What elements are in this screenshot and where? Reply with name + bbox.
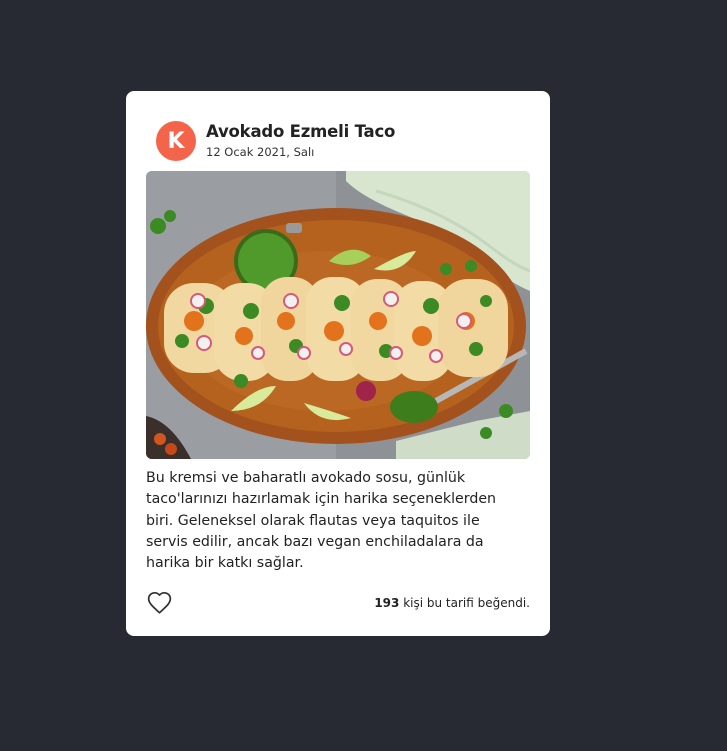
like-count-text: 193 kişi bu tarifi beğendi. xyxy=(374,596,530,610)
header-titles: Avokado Ezmeli Taco 12 Ocak 2021, Salı xyxy=(206,122,395,160)
like-count: 193 xyxy=(374,596,400,610)
recipe-description: Bu kremsi ve baharatlı avokado sosu, gün… xyxy=(146,470,497,572)
recipe-photo xyxy=(146,171,530,459)
taco-illustration xyxy=(146,171,530,459)
recipe-title: Avokado Ezmeli Taco xyxy=(206,122,396,141)
like-label: kişi bu tarifi beğendi. xyxy=(399,596,530,610)
heart-outline-icon[interactable] xyxy=(146,590,173,616)
card-header: K Avokado Ezmeli Taco 12 Ocak 2021, Salı xyxy=(156,121,395,161)
recipe-card: K Avokado Ezmeli Taco 12 Ocak 2021, Salı xyxy=(126,91,550,636)
avatar: K xyxy=(156,121,196,161)
card-footer: 193 kişi bu tarifi beğendi. xyxy=(146,589,530,617)
post-date: 12 Ocak 2021, Salı xyxy=(206,145,315,159)
